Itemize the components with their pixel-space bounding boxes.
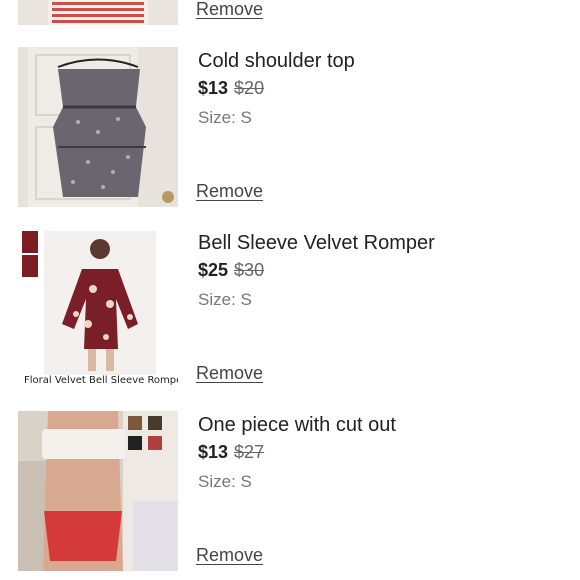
remove-link[interactable]: Remove [196,545,263,566]
item-title[interactable]: One piece with cut out [198,414,396,437]
remove-link[interactable]: Remove [196,363,263,384]
price-row: $25 $30 [198,260,264,281]
item-thumbnail[interactable] [18,47,178,207]
price-row: $13 $27 [198,442,264,463]
item-thumbnail[interactable] [18,411,178,571]
remove-link[interactable]: Remove [196,181,263,202]
item-price: $13 [198,442,229,462]
item-original-price: $30 [234,260,265,280]
item-size: Size: S [198,108,252,127]
item-size: Size: S [198,290,252,309]
item-title[interactable]: Bell Sleeve Velvet Romper [198,232,435,255]
remove-link[interactable]: Remove [196,0,263,20]
image-caption: Floral Velvet Bell Sleeve Romper [24,375,178,386]
item-original-price: $20 [234,78,265,98]
item-title[interactable]: Cold shoulder top [198,50,355,73]
item-thumbnail[interactable] [18,0,178,25]
item-thumbnail[interactable]: Floral Velvet Bell Sleeve Romper [18,229,178,390]
price-row: $13 $20 [198,78,264,99]
item-original-price: $27 [234,442,265,462]
item-price: $13 [198,78,229,98]
item-size: Size: S [198,472,252,491]
item-price: $25 [198,260,229,280]
